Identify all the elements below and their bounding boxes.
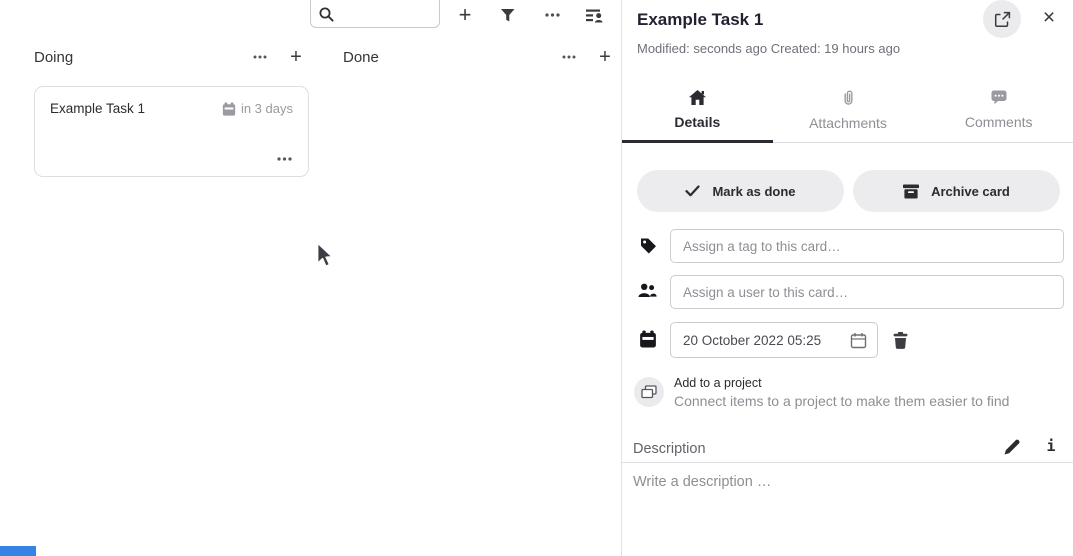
more-icon: [545, 13, 560, 17]
close-panel-button[interactable]: ×: [1036, 4, 1062, 30]
column-header-doing: Doing +: [34, 43, 309, 71]
column-add-card-button[interactable]: +: [592, 44, 618, 70]
description-divider: [622, 462, 1073, 463]
column-menu-button[interactable]: [247, 44, 273, 70]
filter-by-assignee-button[interactable]: [582, 2, 608, 28]
card-due-badge: in 3 days: [222, 101, 293, 116]
kanban-card[interactable]: Example Task 1 in 3 days: [34, 86, 309, 177]
card-title: Example Task 1: [50, 101, 222, 116]
comment-icon: [991, 90, 1007, 105]
assign-user-input[interactable]: [670, 275, 1064, 309]
mark-as-done-button[interactable]: Mark as done: [637, 170, 844, 212]
column-add-card-button[interactable]: +: [283, 44, 309, 70]
tab-details[interactable]: Details: [622, 84, 773, 142]
add-to-project-button[interactable]: [634, 377, 664, 407]
check-icon: [685, 185, 700, 197]
users-icon: [638, 283, 657, 298]
open-calendar-button[interactable]: [850, 332, 867, 349]
column-title: Doing: [34, 49, 247, 66]
info-icon: i: [1046, 437, 1055, 455]
archive-card-label: Archive card: [931, 184, 1010, 199]
column-header-done: Done +: [343, 43, 618, 71]
due-date-field[interactable]: 20 October 2022 05:25: [670, 322, 878, 358]
add-to-project-subtitle: Connect items to a project to make them …: [674, 393, 1009, 409]
column-menu-button[interactable]: [556, 44, 582, 70]
remove-due-date-button[interactable]: [888, 329, 912, 351]
kanban-board: + Doing: [0, 0, 620, 556]
assign-tag-input[interactable]: [670, 229, 1064, 263]
due-date-value: 20 October 2022 05:25: [683, 333, 850, 348]
board-menu-button[interactable]: [539, 2, 565, 28]
search-icon: [319, 7, 334, 22]
calendar-outline-icon: [850, 332, 867, 349]
panel-title: Example Task 1: [637, 10, 763, 30]
more-icon: [253, 55, 267, 59]
filter-icon: [501, 9, 515, 22]
filter-button[interactable]: [495, 2, 521, 28]
add-to-project-title[interactable]: Add to a project: [674, 376, 762, 390]
tag-icon: [640, 237, 657, 254]
more-icon: [277, 157, 292, 161]
tab-label: Attachments: [809, 115, 887, 131]
plus-icon: +: [290, 47, 302, 67]
tab-label: Details: [674, 114, 720, 130]
paperclip-icon: [842, 90, 855, 106]
plus-icon: +: [599, 47, 611, 67]
mark-as-done-label: Mark as done: [712, 184, 795, 199]
external-link-icon: [994, 11, 1011, 28]
plus-icon: +: [459, 4, 472, 26]
search-input-wrap[interactable]: [310, 0, 440, 28]
more-icon: [562, 55, 576, 59]
add-card-button[interactable]: +: [452, 2, 478, 28]
open-in-window-button[interactable]: [983, 0, 1021, 38]
card-due-label: in 3 days: [241, 101, 293, 116]
card-menu-button[interactable]: [272, 150, 296, 168]
tab-label: Comments: [965, 114, 1033, 130]
pencil-icon: [1004, 439, 1020, 455]
projects-icon: [641, 385, 657, 399]
panel-tabs: Details Attachments Comments: [622, 84, 1073, 143]
edit-description-button[interactable]: [1000, 436, 1024, 458]
home-icon: [689, 90, 706, 105]
trash-icon: [893, 332, 908, 349]
archive-card-button[interactable]: Archive card: [853, 170, 1060, 212]
app-window: + Doing: [0, 0, 1073, 556]
card-detail-panel: Example Task 1 Modified: seconds ago Cre…: [621, 0, 1073, 556]
assignee-list-icon: [586, 8, 604, 23]
close-icon: ×: [1043, 7, 1055, 28]
archive-icon: [903, 184, 919, 199]
tab-comments[interactable]: Comments: [923, 84, 1073, 142]
description-info-button[interactable]: i: [1040, 434, 1062, 458]
description-placeholder[interactable]: Write a description …: [633, 474, 771, 490]
panel-meta: Modified: seconds ago Created: 19 hours …: [637, 41, 900, 56]
selection-rect: [0, 546, 36, 556]
calendar-icon: [222, 102, 236, 116]
search-input[interactable]: [340, 7, 431, 22]
column-title: Done: [343, 49, 556, 66]
calendar-icon: [639, 330, 657, 348]
active-tab-underline: [622, 140, 773, 143]
description-label: Description: [633, 441, 706, 457]
tab-attachments[interactable]: Attachments: [773, 84, 924, 142]
